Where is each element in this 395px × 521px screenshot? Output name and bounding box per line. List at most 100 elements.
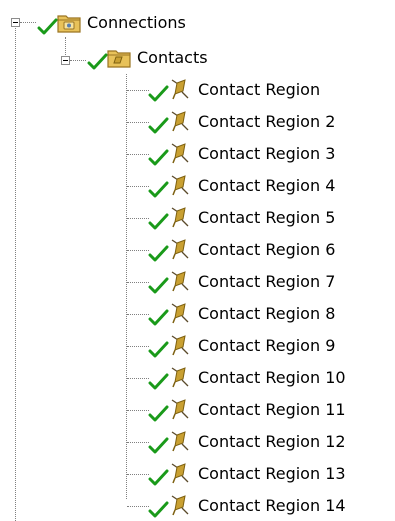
contact-flag-icon xyxy=(171,399,189,420)
project-tree: Connections Contacts Contact Region Cont… xyxy=(0,0,395,521)
green-check-icon xyxy=(148,469,169,486)
green-check-icon xyxy=(148,117,169,134)
contact-flag-icon xyxy=(171,239,189,260)
node-icons xyxy=(37,9,83,37)
contact-flag-icon xyxy=(171,143,189,164)
tree-guide-line xyxy=(127,442,149,443)
tree-guide-line xyxy=(127,186,149,187)
node-icons xyxy=(148,428,194,456)
contact-region-label: Contact Region 4 xyxy=(198,176,336,195)
green-check-icon xyxy=(148,437,169,454)
contact-flag-icon xyxy=(171,207,189,228)
tree-node-contact-region-6[interactable]: Contact Region 6 xyxy=(148,236,335,264)
tree-guide-line xyxy=(127,346,149,347)
green-check-icon xyxy=(148,213,169,230)
tree-node-contact-region-1[interactable]: Contact Region xyxy=(148,76,320,104)
contact-region-label: Contact Region 9 xyxy=(198,336,336,355)
tree-node-connections[interactable]: Connections xyxy=(37,9,186,37)
contact-region-label: Contact Region 11 xyxy=(198,400,346,419)
tree-node-contact-region-10[interactable]: Contact Region 10 xyxy=(148,364,346,392)
tree-node-contact-region-8[interactable]: Contact Region 8 xyxy=(148,300,335,328)
node-icons xyxy=(148,492,194,520)
contact-region-label: Contact Region 2 xyxy=(198,112,336,131)
tree-guide-line xyxy=(127,154,149,155)
contact-region-label: Contact Region xyxy=(198,80,321,99)
tree-guide-line xyxy=(127,218,149,219)
node-icons xyxy=(148,332,194,360)
contact-flag-icon xyxy=(171,175,189,196)
tree-guide-line xyxy=(127,378,149,379)
green-check-icon xyxy=(37,18,58,35)
tree-guide-line xyxy=(127,250,149,251)
contact-region-label: Contact Region 10 xyxy=(198,368,346,387)
tree-node-contact-region-3[interactable]: Contact Region 3 xyxy=(148,140,335,168)
tree-node-contact-region-4[interactable]: Contact Region 4 xyxy=(148,172,335,200)
node-icons xyxy=(148,396,194,424)
green-check-icon xyxy=(87,53,108,70)
tree-guide-line xyxy=(20,22,36,23)
node-icons xyxy=(148,108,194,136)
contact-region-label: Contact Region 5 xyxy=(198,208,336,227)
green-check-icon xyxy=(148,405,169,422)
green-check-icon xyxy=(148,181,169,198)
contacts-folder-icon xyxy=(107,50,131,68)
green-check-icon xyxy=(148,245,169,262)
node-icons xyxy=(148,300,194,328)
contact-flag-icon xyxy=(171,79,189,100)
contacts-label: Contacts xyxy=(137,48,208,67)
tree-guide-line xyxy=(127,474,149,475)
contact-region-label: Contact Region 8 xyxy=(198,304,336,323)
tree-node-contact-region-9[interactable]: Contact Region 9 xyxy=(148,332,335,360)
node-icons xyxy=(148,268,194,296)
contacts-collapse-toggle[interactable] xyxy=(61,56,70,65)
contact-flag-icon xyxy=(171,495,189,516)
contact-region-label: Contact Region 13 xyxy=(198,464,346,483)
contact-flag-icon xyxy=(171,431,189,452)
node-icons xyxy=(148,76,194,104)
contact-flag-icon xyxy=(171,463,189,484)
contact-flag-icon xyxy=(171,271,189,292)
connections-collapse-toggle[interactable] xyxy=(11,18,20,27)
tree-node-contact-region-5[interactable]: Contact Region 5 xyxy=(148,204,335,232)
node-icons xyxy=(148,204,194,232)
tree-guide-line xyxy=(127,122,149,123)
tree-node-contacts[interactable]: Contacts xyxy=(87,44,208,72)
contact-flag-icon xyxy=(171,367,189,388)
connections-label: Connections xyxy=(87,13,186,32)
tree-guide-line xyxy=(127,506,149,507)
green-check-icon xyxy=(148,85,169,102)
contact-flag-icon xyxy=(171,111,189,132)
node-icons xyxy=(87,44,133,72)
node-icons xyxy=(148,364,194,392)
green-check-icon xyxy=(148,373,169,390)
green-check-icon xyxy=(148,341,169,358)
green-check-icon xyxy=(148,309,169,326)
tree-node-contact-region-2[interactable]: Contact Region 2 xyxy=(148,108,335,136)
tree-guide-line xyxy=(127,282,149,283)
tree-guide-line xyxy=(15,22,16,521)
connections-folder-icon xyxy=(57,15,81,33)
contact-flag-icon xyxy=(171,335,189,356)
tree-node-contact-region-11[interactable]: Contact Region 11 xyxy=(148,396,346,424)
node-icons xyxy=(148,140,194,168)
contact-region-label: Contact Region 14 xyxy=(198,496,346,515)
contact-region-label: Contact Region 12 xyxy=(198,432,346,451)
tree-node-contact-region-12[interactable]: Contact Region 12 xyxy=(148,428,346,456)
node-icons xyxy=(148,172,194,200)
contact-region-label: Contact Region 3 xyxy=(198,144,336,163)
green-check-icon xyxy=(148,149,169,166)
contact-flag-icon xyxy=(171,303,189,324)
tree-guide-line xyxy=(127,314,149,315)
tree-node-contact-region-13[interactable]: Contact Region 13 xyxy=(148,460,346,488)
tree-guide-line xyxy=(70,60,86,61)
contact-region-label: Contact Region 6 xyxy=(198,240,336,259)
node-icons xyxy=(148,236,194,264)
tree-guide-line xyxy=(127,410,149,411)
tree-node-contact-region-14[interactable]: Contact Region 14 xyxy=(148,492,346,520)
node-icons xyxy=(148,460,194,488)
green-check-icon xyxy=(148,277,169,294)
tree-node-contact-region-7[interactable]: Contact Region 7 xyxy=(148,268,335,296)
tree-guide-line xyxy=(126,74,127,499)
tree-guide-line xyxy=(127,90,149,91)
contact-region-label: Contact Region 7 xyxy=(198,272,336,291)
